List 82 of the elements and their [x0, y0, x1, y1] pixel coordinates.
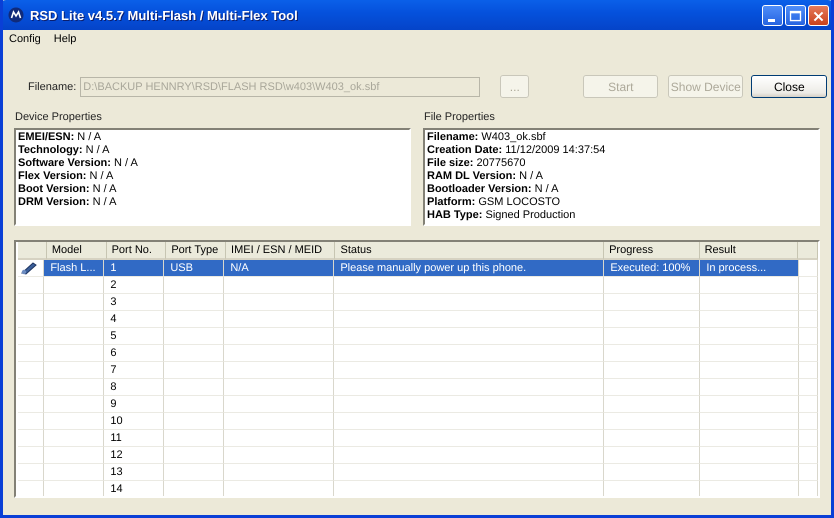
window-title: RSD Lite v4.5.7 Multi-Flash / Multi-Flex Tool [30, 8, 299, 22]
table-cell: Executed: 100% [610, 262, 690, 274]
property-line: DRM Version: N / A [18, 196, 118, 209]
section-title: File Properties [423, 111, 496, 123]
table-row[interactable]: 11 [44, 430, 800, 447]
property-line: Platform: GSM LOCOSTO [427, 196, 562, 209]
table-cell [799, 430, 818, 447]
selected-row[interactable]: Flash L... 1 USB N/A Please manually power up this phone. Executed: 100% In process... [44, 260, 800, 277]
table-cell: 14 [110, 483, 123, 495]
section-title: Device Properties [14, 111, 103, 123]
column-header [798, 242, 818, 260]
column-header[interactable]: IMEI / ESN / MEID [226, 242, 336, 260]
column-header[interactable]: Port Type [166, 242, 226, 260]
table-cell: USB [170, 262, 193, 274]
property-line: Creation Date: 11/12/2009 14:37:54 [427, 144, 606, 157]
table-cell [799, 345, 818, 362]
minimize-icon [768, 18, 775, 22]
table-cell: 1 [110, 262, 116, 274]
minimize-button[interactable] [762, 4, 783, 26]
table-cell: 9 [110, 398, 116, 410]
table-cell: 2 [110, 279, 116, 291]
property-line: Bootloader Version: N / A [427, 183, 560, 196]
column-header[interactable]: Model [46, 242, 107, 260]
table-row[interactable]: 13 [44, 464, 800, 481]
property-line: RAM DL Version: N / A [427, 170, 544, 183]
property-line: HAB Type: Signed Production [427, 209, 576, 222]
table-row[interactable]: 3 [44, 294, 800, 311]
table-row[interactable]: 8 [44, 379, 800, 396]
table-row[interactable]: 6 [44, 345, 800, 362]
menu-item[interactable]: Config [9, 33, 41, 49]
table-cell [799, 260, 818, 277]
property-line: Software Version: N / A [18, 157, 139, 170]
property-line: File size: 20775670 [427, 157, 526, 170]
table-row[interactable]: 9 [44, 396, 800, 413]
table-cell: 11 [110, 432, 122, 444]
column-header[interactable]: Port No. [106, 242, 166, 260]
table-row[interactable]: 2 [44, 277, 800, 294]
phone-icon [20, 261, 38, 275]
column-header[interactable]: Progress [604, 242, 700, 260]
table-row[interactable]: 14 [44, 481, 800, 496]
property-line: Flex Version: N / A [18, 170, 114, 183]
maximize-button[interactable] [785, 4, 806, 26]
table-cell: 13 [110, 466, 123, 478]
property-line: Boot Version: N / A [18, 183, 118, 196]
menu-item[interactable]: Help [54, 33, 76, 49]
table-cell: 5 [110, 330, 116, 342]
table-row[interactable]: 7 [44, 362, 800, 379]
table-row[interactable]: 12 [44, 447, 800, 464]
table-cell [799, 294, 818, 311]
property-line: Technology: N / A [18, 144, 110, 157]
table-cell: 7 [110, 364, 116, 376]
dialog-button[interactable]: Close [751, 75, 828, 98]
table-cell: 10 [110, 415, 123, 427]
table-cell [799, 311, 818, 328]
table-cell: In process... [706, 262, 766, 274]
table-cell: 3 [110, 296, 116, 308]
table-row[interactable]: 4 [44, 311, 800, 328]
column-header [18, 242, 47, 260]
property-line: Filename: W403_ok.sbf [427, 131, 547, 144]
filename-label: Filename: [28, 80, 76, 92]
logo-icon [8, 7, 24, 23]
table-cell [799, 447, 818, 464]
column-header[interactable]: Status [335, 242, 604, 260]
table-cell: 4 [110, 313, 116, 325]
table-cell [799, 277, 818, 294]
table-cell: Flash L... [50, 262, 96, 274]
table-cell: 8 [110, 381, 116, 393]
table-row[interactable]: 10 [44, 413, 800, 430]
table-cell [799, 396, 818, 413]
table-cell [799, 328, 818, 345]
table-cell [799, 413, 818, 430]
close-button[interactable] [808, 4, 829, 26]
table-cell: 6 [110, 347, 116, 359]
table-cell: Please manually power up this phone. [340, 262, 526, 274]
property-line: EMEI/ESN: N / A [18, 131, 102, 144]
table-row[interactable]: 5 [44, 328, 800, 345]
table-cell: N/A [230, 262, 249, 274]
table-cell [799, 464, 818, 481]
table-cell [799, 379, 818, 396]
column-header[interactable]: Result [700, 242, 798, 260]
table-cell: 12 [110, 449, 123, 461]
table-cell [799, 362, 818, 379]
